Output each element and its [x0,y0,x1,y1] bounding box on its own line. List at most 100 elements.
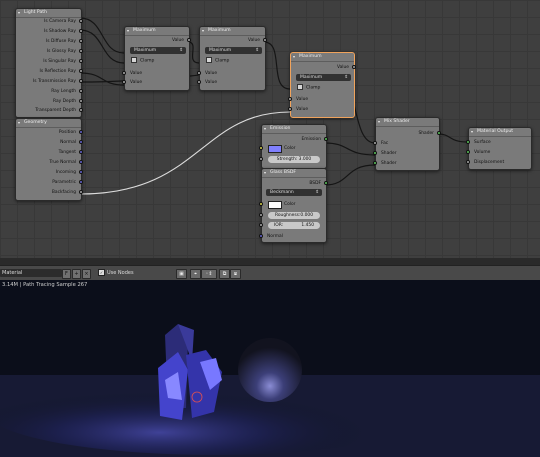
collapse-triangle-icon[interactable]: ▾ [264,169,266,177]
ior-label: IOR: [274,223,284,228]
clamp-label: Clamp [306,85,321,91]
light-path-node[interactable]: ▾ Light Path Is Camera Ray Is Shadow Ray … [15,8,83,118]
socket-output[interactable] [79,49,83,53]
math-node-1[interactable]: ▾ Maximum Value Maximum Clamp Value Value [122,26,191,91]
math-node-header[interactable]: ▾ Maximum [291,53,354,62]
socket-output[interactable] [79,99,83,103]
socket-input[interactable] [259,157,263,161]
socket-output[interactable] [79,79,83,83]
socket-input[interactable] [466,150,470,154]
collapse-triangle-icon[interactable]: ▾ [127,27,129,35]
geometry-node-title: Geometry [24,120,47,125]
socket-output[interactable] [79,69,83,73]
fake-user-button[interactable]: F [62,269,71,279]
socket-input[interactable] [288,107,292,111]
collapse-triangle-icon[interactable]: ▾ [264,125,266,133]
socket-output[interactable] [79,29,83,33]
socket-output[interactable] [79,19,83,23]
material-name-field[interactable]: Material [0,269,62,277]
use-nodes-checkbox[interactable]: ✓ Use Nodes [98,269,134,277]
socket-output[interactable] [324,137,328,141]
input-surface-label: Surface [474,140,491,145]
socket-input[interactable] [373,141,377,145]
socket-input[interactable] [373,161,377,165]
add-material-icon[interactable]: + [72,269,81,279]
paste-nodes-icon[interactable]: ⧈ [230,269,241,279]
math-node-header[interactable]: ▾ Maximum [200,27,265,36]
socket-output[interactable] [79,170,83,174]
math-node-2[interactable]: ▾ Maximum Value Maximum Clamp Value Value [197,26,267,91]
socket-input[interactable] [197,80,201,84]
collapse-triangle-icon[interactable]: ▾ [18,119,20,127]
strength-field[interactable]: Strength: 3.000 [268,156,320,163]
socket-input[interactable] [259,202,263,206]
render-viewport[interactable]: 3.14M | Path Tracing Sample 267 [0,280,540,457]
emission-node-header[interactable]: ▾ Emission [262,125,326,134]
node-editor[interactable]: ▾ Light Path Is Camera Ray Is Shadow Ray … [0,0,540,258]
collapse-triangle-icon[interactable]: ▾ [471,128,473,136]
input-value-label: Value [296,107,309,112]
socket-output[interactable] [79,140,83,144]
glass-bsdf-node[interactable]: ▾ Glass BSDF BSDF Beckmann Color Roughnes… [259,168,328,243]
socket-input[interactable] [288,97,292,101]
distribution-dropdown[interactable]: Beckmann [266,189,322,196]
socket-input[interactable] [197,71,201,75]
socket-output[interactable] [437,131,441,135]
socket-output[interactable] [79,89,83,93]
unlink-material-icon[interactable]: × [82,269,91,279]
operation-dropdown[interactable]: Maximum [296,74,351,81]
glass-node-header[interactable]: ▾ Glass BSDF [262,169,326,178]
socket-output[interactable] [352,65,356,69]
math-node-header[interactable]: ▾ Maximum [125,27,189,36]
socket-output[interactable] [79,180,83,184]
socket-output[interactable] [79,150,83,154]
socket-input[interactable] [466,140,470,144]
geometry-node[interactable]: ▾ Geometry Position Normal Tangent True N… [15,118,83,201]
light-path-node-header[interactable]: ▾ Light Path [16,9,81,18]
socket-input[interactable] [259,213,263,217]
emission-node[interactable]: ▾ Emission Emission Color Strength: 3.000 [259,124,328,169]
glass-color-swatch[interactable] [268,201,282,209]
clamp-checkbox[interactable]: Clamp [297,84,320,91]
socket-output[interactable] [79,59,83,63]
collapse-triangle-icon[interactable]: ▾ [378,118,380,126]
copy-nodes-icon[interactable]: ⧉ [219,269,230,279]
emission-color-swatch[interactable] [268,145,282,153]
material-output-header[interactable]: ▾ Material Output [469,128,531,137]
collapse-triangle-icon[interactable]: ▾ [293,53,295,61]
snap-mode-dropdown-icon[interactable]: ◦⇕ [201,269,217,279]
socket-output[interactable] [79,190,83,194]
socket-output[interactable] [263,38,267,42]
operation-dropdown[interactable]: Maximum [205,47,262,54]
operation-dropdown[interactable]: Maximum [130,47,186,54]
snap-icon[interactable]: ⌖ [190,269,201,279]
output-normal: Normal [60,140,76,145]
socket-output[interactable] [79,108,83,112]
socket-output[interactable] [79,130,83,134]
socket-output[interactable] [79,160,83,164]
socket-input[interactable] [259,234,263,238]
socket-input[interactable] [122,71,126,75]
output-value-label: Value [247,38,260,43]
socket-output[interactable] [79,39,83,43]
socket-output[interactable] [187,38,191,42]
collapse-triangle-icon[interactable]: ▾ [202,27,204,35]
clamp-checkbox[interactable]: Clamp [206,57,229,64]
socket-input[interactable] [259,146,263,150]
collapse-triangle-icon[interactable]: ▾ [18,9,20,17]
mix-shader-node[interactable]: ▾ Mix Shader Shader Fac Shader Shader [373,117,441,171]
socket-input[interactable] [466,160,470,164]
math-node-3[interactable]: ▾ Maximum Value Maximum Clamp Value Value [288,52,356,118]
material-output-node[interactable]: ▾ Material Output Surface Volume Displace… [466,127,532,170]
ior-field[interactable]: IOR: 1.450 [268,222,320,229]
roughness-field[interactable]: Roughness:0.000 [268,212,320,219]
socket-input[interactable] [122,80,126,84]
geometry-node-header[interactable]: ▾ Geometry [16,119,81,128]
socket-input[interactable] [259,223,263,227]
clamp-checkbox[interactable]: Clamp [131,57,154,64]
mix-node-header[interactable]: ▾ Mix Shader [376,118,439,127]
backdrop-icon[interactable]: ▣ [176,269,187,279]
socket-input[interactable] [373,151,377,155]
socket-output[interactable] [324,181,328,185]
area-divider[interactable] [0,258,540,265]
